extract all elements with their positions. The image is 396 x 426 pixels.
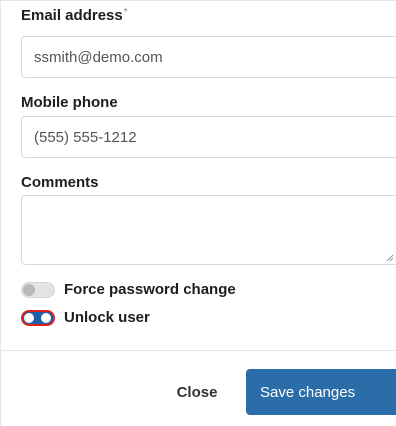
email-field[interactable] — [21, 36, 396, 78]
edit-user-dialog: Email address* Mobile phone Comments For… — [0, 0, 396, 426]
resize-grip-icon[interactable] — [386, 254, 394, 262]
required-mark: * — [123, 7, 128, 18]
force-password-change-label: Force password change — [64, 281, 236, 298]
mobile-phone-label: Mobile phone — [21, 94, 118, 111]
email-label: Email address* — [21, 7, 128, 24]
close-button[interactable]: Close — [159, 374, 235, 410]
unlock-user-toggle[interactable] — [21, 309, 55, 326]
comments-textarea[interactable] — [21, 195, 396, 265]
email-label-text: Email address — [21, 7, 123, 24]
footer-divider — [1, 350, 396, 351]
save-changes-button[interactable]: Save changes — [246, 369, 396, 415]
unlock-user-row: Unlock user — [21, 309, 150, 326]
toggle-knob — [24, 312, 34, 323]
force-password-change-toggle[interactable] — [21, 281, 55, 298]
force-password-change-row: Force password change — [21, 281, 236, 298]
toggle-knob-active — [41, 312, 51, 323]
mobile-phone-field[interactable] — [21, 116, 396, 158]
toggle-knob — [23, 283, 35, 296]
unlock-user-label: Unlock user — [64, 309, 150, 326]
comments-label: Comments — [21, 174, 99, 191]
